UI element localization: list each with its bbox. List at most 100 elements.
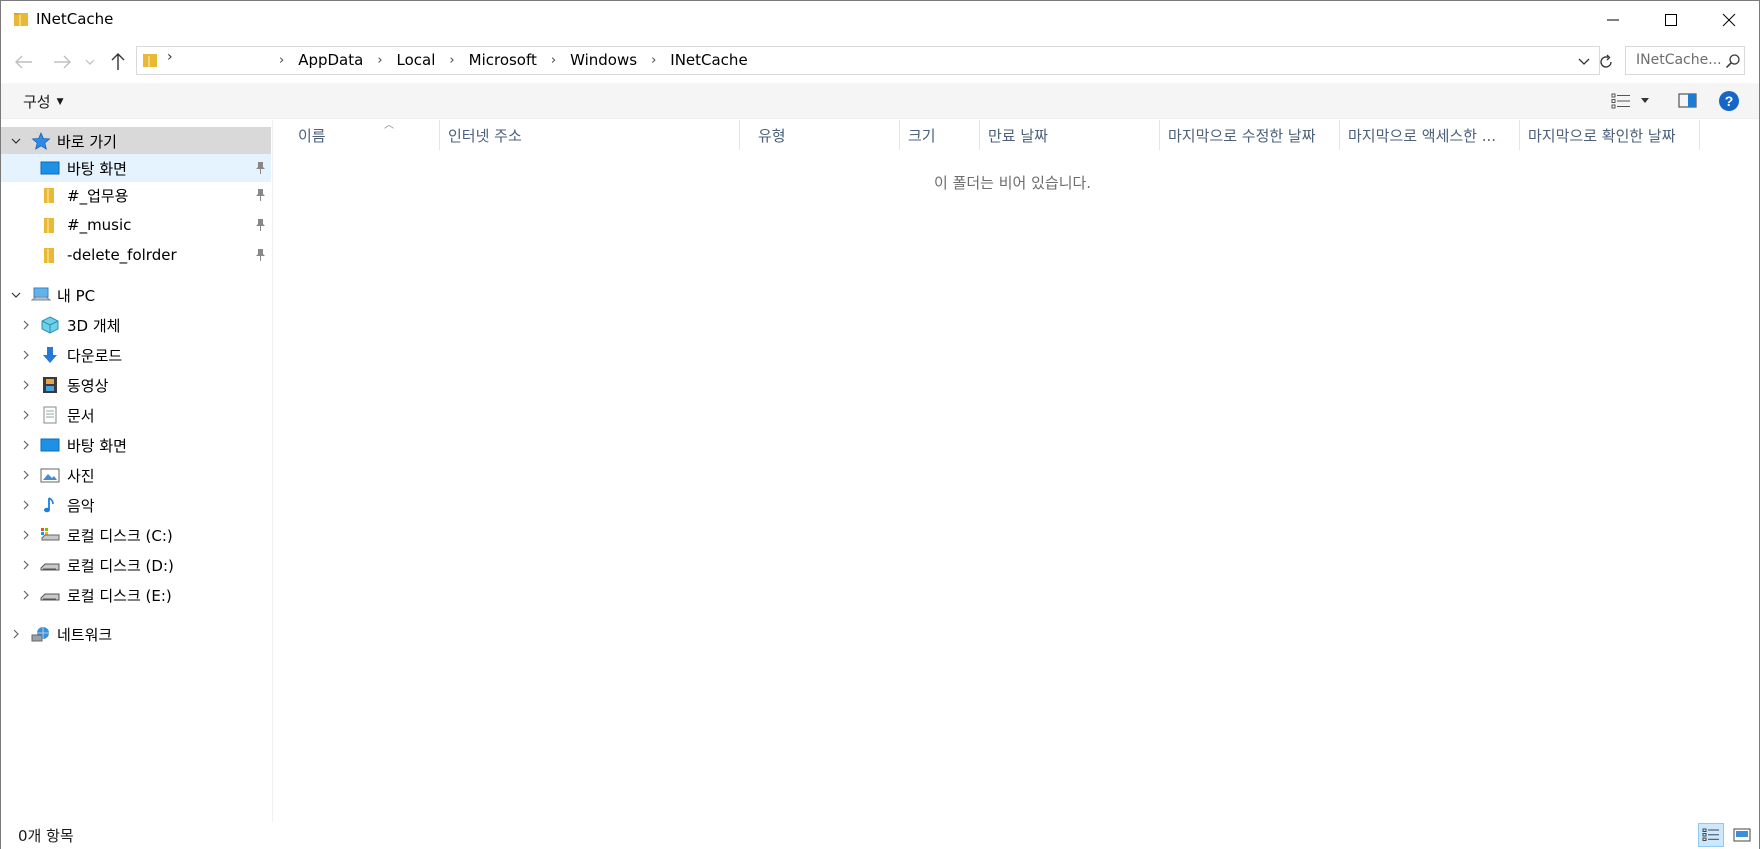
details-view-button[interactable] (1698, 823, 1724, 847)
3d-objects-icon (41, 316, 59, 334)
nav-item-drive-d[interactable]: 로컬 디스크 (D:) (1, 551, 271, 579)
nav-item-desktop[interactable]: 바탕 화면 (1, 154, 271, 182)
caret-down-icon: ▼ (56, 96, 64, 107)
chevron-right-icon[interactable]: › (542, 53, 565, 68)
preview-pane-icon[interactable] (1677, 91, 1699, 111)
organize-button[interactable]: 구성 ▼ (23, 91, 64, 112)
chevron-right-icon[interactable]: › (642, 53, 665, 68)
column-header-type[interactable]: 유형 (750, 120, 900, 150)
nav-item-label: #_업무용 (67, 186, 129, 205)
chevron-right-icon[interactable] (20, 349, 32, 361)
nav-this-pc[interactable]: 내 PC (1, 281, 271, 309)
file-list[interactable]: 이름 ︿ 인터넷 주소 유형 크기 만료 날짜 마지막으로 수정한 날짜 마지막… (274, 120, 1759, 822)
nav-item-work[interactable]: #_업무용 (1, 181, 271, 209)
column-header-label: 유형 (758, 126, 786, 145)
nav-quick-access[interactable]: 바로 가기 (1, 127, 271, 155)
nav-item-drive-c[interactable]: 로컬 디스크 (C:) (1, 521, 271, 549)
chevron-right-icon[interactable]: › (270, 53, 293, 68)
nav-item-desktop-pc[interactable]: 바탕 화면 (1, 431, 271, 459)
nav-item-label: 다운로드 (67, 346, 123, 365)
up-button[interactable] (107, 51, 129, 73)
network-icon (31, 627, 49, 642)
folder-icon (44, 248, 54, 263)
pin-icon[interactable] (254, 218, 266, 232)
chevron-right-icon[interactable] (20, 409, 32, 421)
nav-item-videos[interactable]: 동영상 (1, 371, 271, 399)
breadcrumb-windows[interactable]: Windows (565, 51, 642, 69)
chevron-right-icon[interactable] (20, 559, 32, 571)
nav-item-music[interactable]: 음악 (1, 491, 271, 519)
folder-icon (44, 218, 54, 233)
chevron-right-icon[interactable] (20, 499, 32, 511)
column-header-size[interactable]: 크기 (900, 120, 980, 150)
refresh-button[interactable] (1593, 49, 1619, 75)
title-bar: INetCache (1, 1, 1759, 39)
maximize-button[interactable] (1642, 1, 1700, 39)
chevron-right-icon[interactable] (20, 379, 32, 391)
drive-icon (40, 593, 60, 601)
search-placeholder: INetCache... (1636, 52, 1722, 68)
column-header-accessed-date[interactable]: 마지막으로 액세스한 ... (1340, 120, 1520, 150)
pin-icon[interactable] (254, 188, 266, 202)
breadcrumb-microsoft[interactable]: Microsoft (464, 51, 542, 69)
chevron-right-icon[interactable] (10, 628, 22, 640)
column-header-internet-address[interactable]: 인터넷 주소 (440, 120, 740, 150)
chevron-right-icon[interactable] (20, 529, 32, 541)
address-dropdown-button[interactable] (1574, 50, 1594, 72)
breadcrumb-local[interactable]: Local (392, 51, 441, 69)
nav-item-3d-objects[interactable]: 3D 개체 (1, 311, 271, 339)
search-input[interactable]: INetCache... (1625, 46, 1745, 75)
arrow-left-icon (15, 55, 32, 69)
search-icon[interactable] (1725, 53, 1741, 69)
column-header-label: 인터넷 주소 (448, 126, 522, 145)
address-bar[interactable]: › › AppData › Local › Microsoft › Window… (136, 46, 1600, 75)
chevron-right-icon[interactable] (20, 589, 32, 601)
chevron-right-icon[interactable]: › (440, 53, 463, 68)
close-button[interactable] (1700, 1, 1758, 39)
back-button[interactable] (13, 51, 35, 73)
window-title: INetCache (36, 10, 114, 28)
pin-icon[interactable] (254, 161, 266, 175)
column-header-modified-date[interactable]: 마지막으로 수정한 날짜 (1160, 120, 1340, 150)
help-icon[interactable]: ? (1718, 90, 1740, 112)
minimize-button[interactable] (1584, 1, 1642, 39)
chevron-down-icon[interactable] (10, 289, 22, 301)
chevron-right-icon[interactable]: › (368, 53, 391, 68)
pin-icon[interactable] (254, 248, 266, 262)
chevron-right-icon[interactable] (20, 439, 32, 451)
column-header-expiry-date[interactable]: 만료 날짜 (980, 120, 1160, 150)
nav-item-pictures[interactable]: 사진 (1, 461, 271, 489)
details-view-icon (1611, 93, 1630, 109)
item-count: 0개 항목 (18, 827, 74, 845)
breadcrumb-appdata[interactable]: AppData (293, 51, 368, 69)
forward-button[interactable] (51, 51, 73, 73)
breadcrumb-root-chevron[interactable]: › (167, 49, 173, 65)
chevron-right-icon[interactable] (20, 319, 32, 331)
nav-item-downloads[interactable]: 다운로드 (1, 341, 271, 369)
column-header-checked-date[interactable]: 마지막으로 확인한 날짜 (1520, 120, 1700, 150)
status-bar: 0개 항목 (1, 822, 1759, 849)
breadcrumb-inetcache[interactable]: INetCache (665, 51, 752, 69)
chevron-right-icon[interactable] (20, 469, 32, 481)
star-icon (31, 132, 51, 150)
breadcrumb: › AppData › Local › Microsoft › Windows … (270, 51, 753, 69)
recent-locations-button[interactable] (83, 51, 97, 73)
nav-item-music-folder[interactable]: #_music (1, 211, 271, 239)
nav-network[interactable]: 네트워크 (1, 620, 271, 648)
nav-item-delete-folder[interactable]: -delete_folrder (1, 241, 271, 269)
arrow-right-icon (54, 55, 71, 69)
column-header-label: 마지막으로 확인한 날짜 (1528, 126, 1676, 145)
large-icons-view-button[interactable] (1729, 823, 1755, 847)
chevron-down-icon[interactable] (10, 135, 22, 147)
nav-item-documents[interactable]: 문서 (1, 401, 271, 429)
column-header-label: 크기 (908, 126, 936, 145)
computer-icon (31, 287, 51, 301)
nav-item-drive-e[interactable]: 로컬 디스크 (E:) (1, 581, 271, 609)
nav-network-label: 네트워크 (57, 625, 113, 644)
music-icon (44, 497, 54, 513)
view-options-button[interactable] (1611, 90, 1657, 112)
navigation-pane: 바로 가기 바탕 화면 #_업무용 #_music -delete_folrde… (1, 120, 273, 822)
nav-item-label: 로컬 디스크 (E:) (67, 586, 172, 605)
column-header-label: 이름 (298, 126, 326, 145)
column-header-name[interactable]: 이름 ︿ (290, 120, 440, 150)
